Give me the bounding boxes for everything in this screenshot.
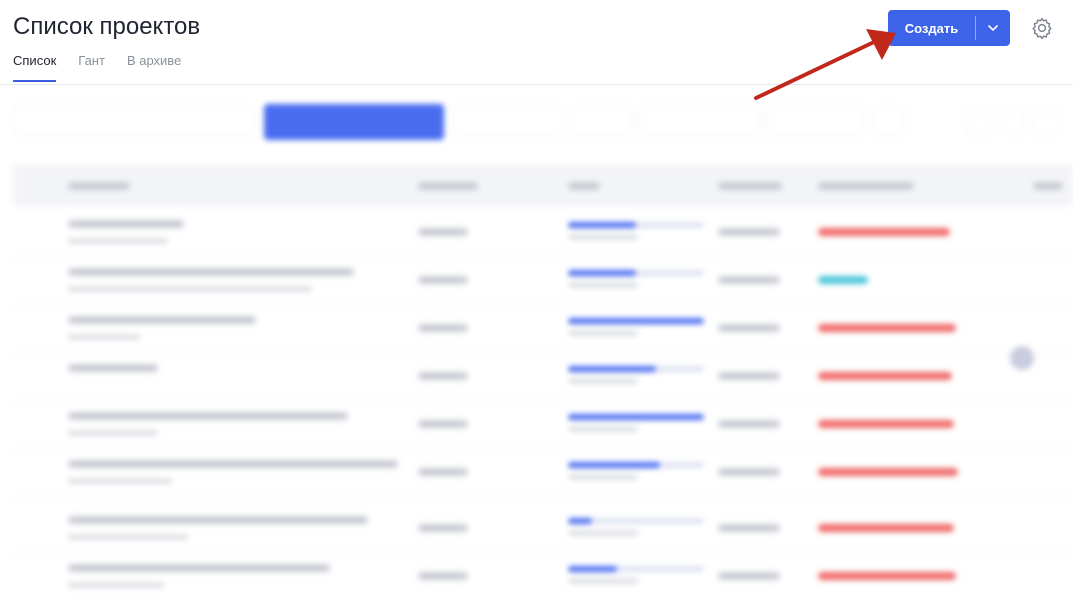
row-placeholder: [568, 378, 638, 384]
table-row[interactable]: [13, 258, 1073, 306]
row-placeholder: [818, 276, 868, 284]
row-placeholder: [418, 524, 468, 532]
row-placeholder: [418, 420, 468, 428]
row-placeholder: [568, 462, 660, 468]
table-row[interactable]: [13, 554, 1073, 596]
row-placeholder: [68, 430, 158, 436]
export-button[interactable]: [966, 110, 994, 134]
row-placeholder: [68, 286, 312, 292]
row-placeholder: [568, 318, 704, 324]
tab-list[interactable]: Список: [13, 53, 57, 82]
sort-created-button[interactable]: [638, 106, 760, 136]
table-header: [13, 164, 1073, 206]
filter-button[interactable]: [264, 104, 444, 140]
row-placeholder: [68, 564, 330, 572]
row-placeholder: [568, 414, 704, 420]
row-placeholder: [418, 468, 468, 476]
row-placeholder: [818, 420, 954, 428]
row-placeholder: [568, 222, 636, 228]
table-row[interactable]: [13, 306, 1073, 354]
row-placeholder: [818, 572, 956, 580]
sort-stage-button[interactable]: [570, 106, 632, 136]
page-title: Список проектов: [13, 13, 201, 40]
table-row[interactable]: [13, 506, 1073, 554]
row-placeholder: [68, 412, 348, 420]
row-placeholder: [718, 468, 780, 476]
chevron-down-icon: [988, 25, 998, 31]
row-placeholder: [718, 524, 780, 532]
row-placeholder: [68, 268, 354, 276]
add-filter-button[interactable]: [873, 106, 903, 136]
row-placeholder: [568, 270, 636, 276]
row-placeholder: [818, 468, 958, 476]
row-placeholder: [68, 220, 184, 228]
row-placeholder: [718, 276, 780, 284]
row-placeholder: [68, 582, 164, 588]
row-placeholder: [68, 534, 188, 540]
sort-manager-button[interactable]: [766, 106, 864, 136]
sort-deadline-button[interactable]: [453, 106, 563, 136]
row-placeholder: [418, 572, 468, 580]
view-tabs: Список Гант В архиве: [13, 53, 181, 82]
row-placeholder: [818, 372, 952, 380]
row-placeholder: [568, 530, 638, 536]
row-placeholder: [68, 478, 172, 484]
row-placeholder: [418, 372, 468, 380]
row-placeholder: [818, 324, 956, 332]
row-placeholder: [718, 324, 780, 332]
table-row[interactable]: [13, 402, 1073, 450]
row-placeholder: [718, 228, 780, 236]
row-placeholder: [818, 524, 954, 532]
more-button[interactable]: [1002, 110, 1024, 134]
row-placeholder: [818, 228, 950, 236]
row-placeholder: [418, 276, 468, 284]
create-dropdown-button[interactable]: [976, 10, 1010, 46]
row-placeholder: [68, 460, 398, 468]
gear-icon: [1032, 17, 1052, 40]
row-placeholder: [568, 566, 617, 572]
row-placeholder: [568, 474, 638, 480]
row-placeholder: [68, 316, 256, 324]
tab-archive[interactable]: В архиве: [127, 53, 181, 82]
row-placeholder: [68, 238, 168, 244]
row-placeholder: [718, 572, 780, 580]
row-placeholder: [68, 516, 368, 524]
search-input[interactable]: [13, 106, 255, 136]
row-placeholder: [718, 372, 780, 380]
create-button[interactable]: Создать: [888, 10, 975, 46]
create-button-group: Создать: [888, 10, 1010, 46]
row-placeholder: [568, 426, 638, 432]
row-placeholder: [568, 234, 638, 240]
row-placeholder: [68, 364, 158, 372]
row-placeholder: [568, 518, 592, 524]
row-placeholder: [568, 330, 638, 336]
table-row[interactable]: [13, 210, 1073, 258]
row-placeholder: [568, 282, 638, 288]
row-placeholder: [718, 420, 780, 428]
row-placeholder: [418, 324, 468, 332]
settings-button[interactable]: [1030, 16, 1054, 40]
page-header: Список проектов Список Гант В архиве Соз…: [0, 0, 1073, 85]
row-placeholder: [418, 228, 468, 236]
row-placeholder: [568, 578, 638, 584]
row-placeholder: [68, 334, 140, 340]
table-row[interactable]: [13, 354, 1073, 402]
table-settings-button[interactable]: [1032, 110, 1060, 134]
blurred-project-table: [0, 92, 1073, 596]
scroll-indicator[interactable]: [1010, 346, 1034, 370]
table-row[interactable]: [13, 450, 1073, 498]
tab-gantt[interactable]: Гант: [78, 53, 105, 82]
row-placeholder: [568, 366, 656, 372]
